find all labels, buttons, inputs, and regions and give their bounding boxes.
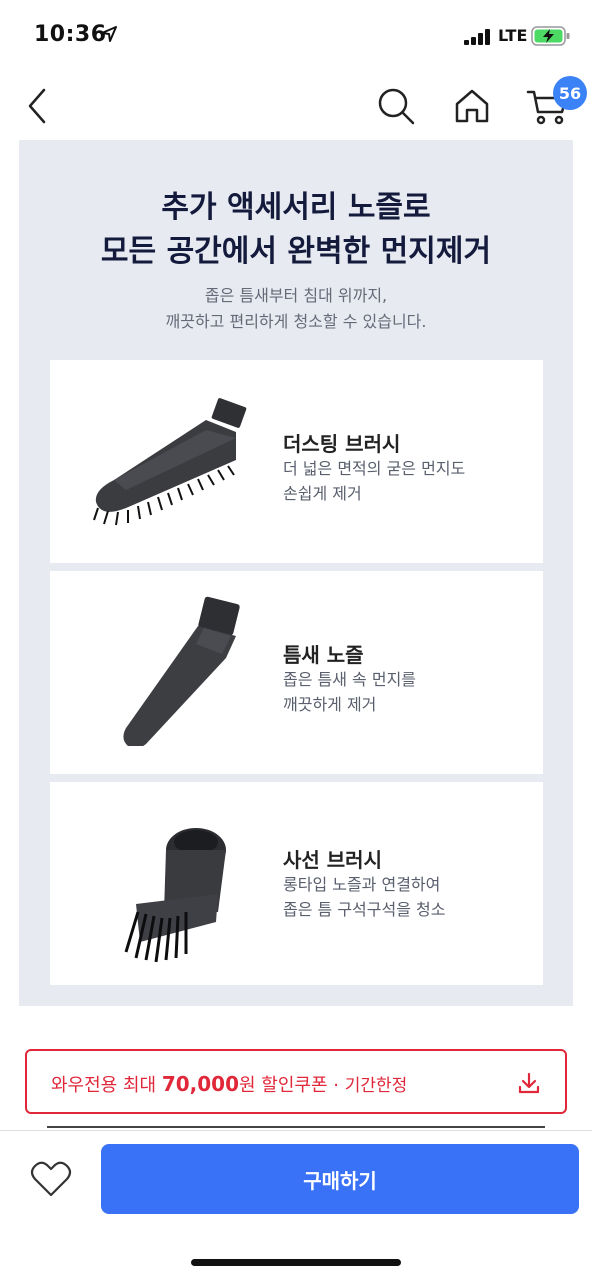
accessory-card: 더스팅 브러시 더 넓은 면적의 굳은 먼지도 손쉽게 제거 — [50, 360, 543, 563]
bottom-bar-border — [0, 1130, 592, 1131]
location-arrow-icon — [101, 26, 117, 42]
accessory-title: 틈새 노즐 — [283, 643, 364, 667]
network-label: LTE — [498, 26, 528, 45]
status-time: 10:36 — [34, 22, 107, 47]
accessory-desc-line1: 더 넓은 면적의 굳은 먼지도 — [283, 459, 466, 478]
accessory-card: 틈새 노즐 좁은 틈새 속 먼지를 깨끗하게 제거 — [50, 571, 543, 774]
crevice-nozzle-image — [123, 596, 240, 746]
signal-icon — [464, 29, 492, 45]
coupon-prefix: 와우전용 최대 — [51, 1075, 162, 1096]
status-bar: 10:36 LTE — [0, 0, 592, 70]
accessory-promo-panel: 추가 액세서리 노즐로 모든 공간에서 완벽한 먼지제거 좁은 틈새부터 침대 … — [19, 140, 573, 1006]
divider — [47, 1126, 545, 1128]
promo-subtitle-line2: 깨끗하고 편리하게 청소할 수 있습니다. — [165, 312, 427, 331]
promo-headline-line2: 모든 공간에서 완벽한 먼지제거 — [100, 234, 492, 269]
home-indicator — [191, 1259, 401, 1266]
dusting-brush-image — [93, 398, 247, 526]
accessory-desc-line2: 손쉽게 제거 — [283, 484, 362, 503]
coupon-limited-label: 기간한정 — [344, 1076, 408, 1096]
accessory-title: 더스팅 브러시 — [283, 432, 401, 456]
accessory-card: 사선 브러시 롱타입 노즐과 연결하여 좁은 틈 구석구석을 청소 — [50, 782, 543, 985]
buy-button[interactable]: 구매하기 — [101, 1144, 579, 1214]
coupon-text: 와우전용 최대 70,000원 할인쿠폰 · 기간한정 — [51, 1071, 407, 1097]
accessory-desc-line2: 깨끗하게 제거 — [283, 695, 377, 714]
battery-charging-icon — [531, 26, 570, 46]
promo-subtitle-line1: 좁은 틈새부터 침대 위까지, — [204, 286, 388, 305]
accessory-desc-line1: 롱타입 노즐과 연결하여 — [283, 875, 441, 894]
back-icon[interactable] — [22, 86, 50, 126]
coupon-amount: 70,000 — [161, 1072, 239, 1096]
heart-icon[interactable] — [30, 1160, 72, 1198]
coupon-suffix: 원 할인쿠폰 — [239, 1075, 328, 1096]
accessory-desc-line2: 좁은 틈 구석구석을 청소 — [283, 900, 446, 919]
download-icon[interactable] — [517, 1071, 541, 1095]
search-icon[interactable] — [376, 86, 416, 126]
angled-brush-image — [124, 828, 226, 962]
home-icon[interactable] — [452, 86, 492, 126]
promo-headline-line1: 추가 액세서리 노즐로 — [161, 190, 431, 225]
accessory-title: 사선 브러시 — [283, 848, 382, 872]
accessory-desc-line1: 좁은 틈새 속 먼지를 — [283, 670, 417, 689]
top-nav-bar: 56 — [0, 70, 592, 140]
coupon-separator: · — [327, 1075, 345, 1096]
cart-count-badge: 56 — [553, 76, 587, 110]
wow-coupon-button[interactable]: 와우전용 최대 70,000원 할인쿠폰 · 기간한정 — [25, 1049, 567, 1114]
